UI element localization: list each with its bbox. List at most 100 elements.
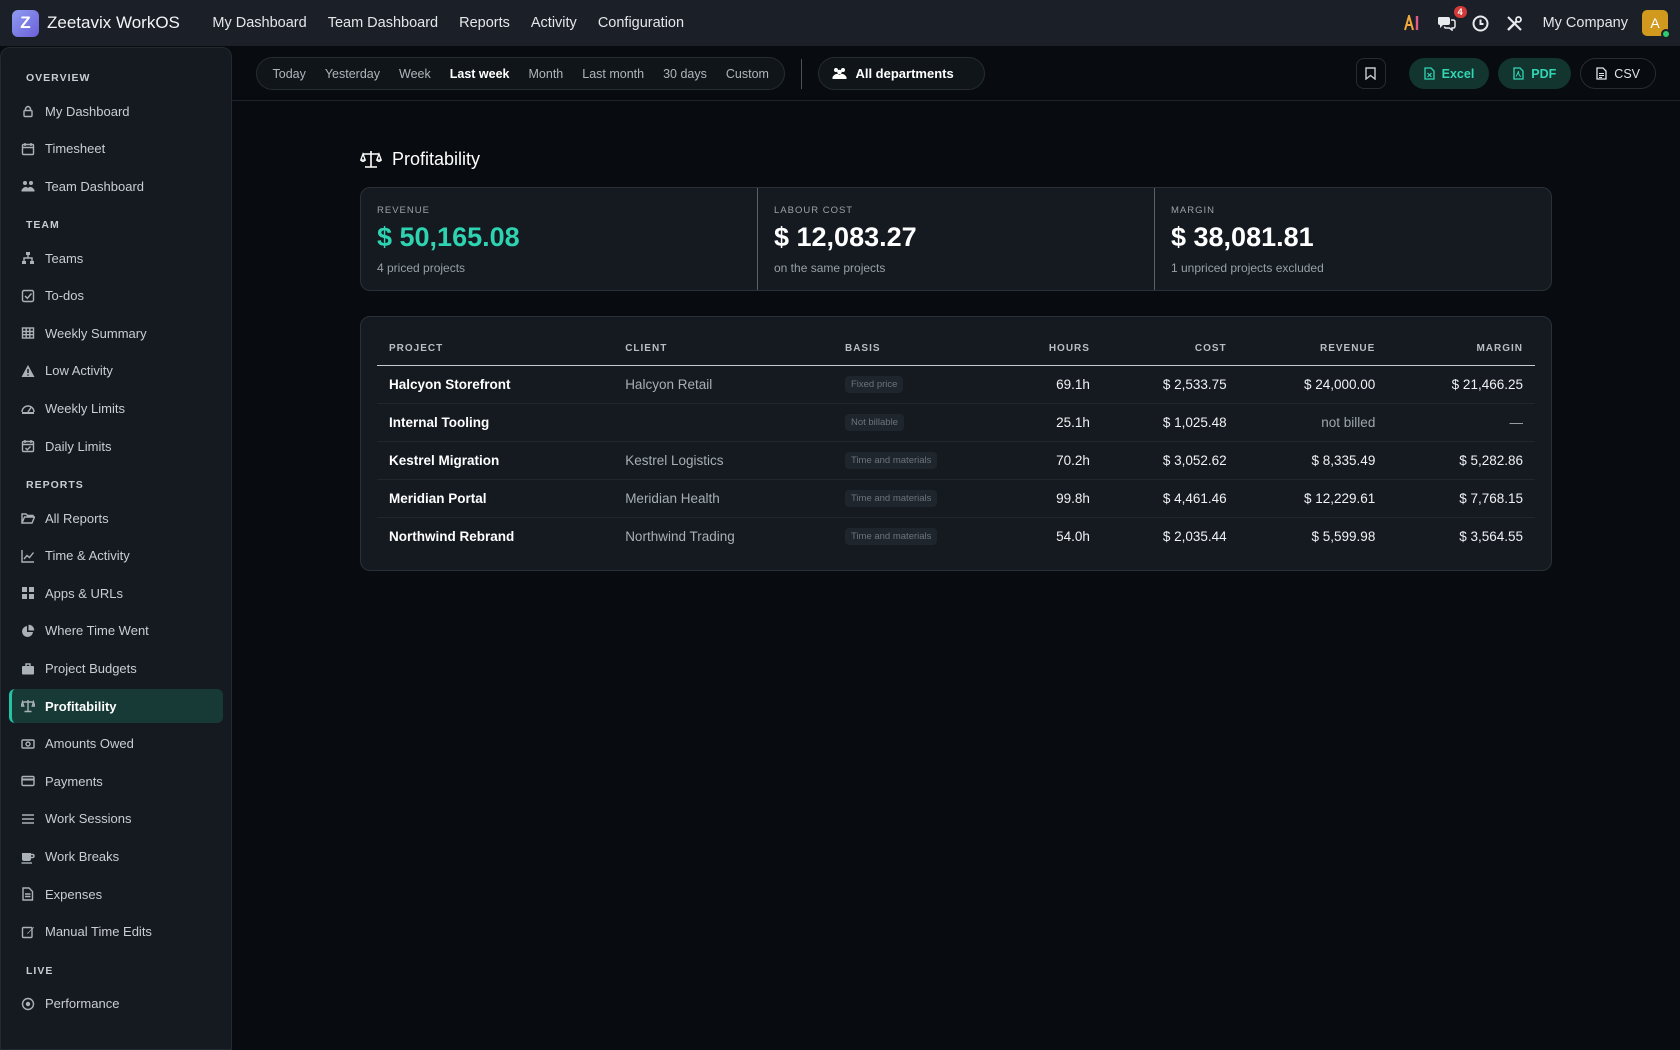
department-filter-label: All departments bbox=[855, 66, 954, 81]
stat-subtext: 1 unpriced projects excluded bbox=[1171, 261, 1324, 275]
range-today[interactable]: Today bbox=[263, 67, 315, 81]
scale-icon bbox=[21, 699, 35, 713]
export-excel-button[interactable]: Excel bbox=[1408, 58, 1490, 89]
table-row[interactable]: Kestrel Migration Kestrel Logistics Time… bbox=[377, 441, 1535, 480]
column-header-client[interactable]: CLIENT bbox=[613, 333, 833, 366]
range-30-days[interactable]: 30 days bbox=[654, 67, 717, 81]
top-nav-configuration[interactable]: Configuration bbox=[587, 15, 694, 31]
calendar-check-icon bbox=[21, 440, 35, 453]
sidebar-item-label: Teams bbox=[45, 250, 84, 266]
toolbar-divider bbox=[801, 58, 803, 89]
column-header-hours[interactable]: HOURS bbox=[999, 333, 1102, 366]
sidebar-item-weekly-summary[interactable]: Weekly Summary bbox=[9, 316, 223, 350]
export-pdf-button[interactable]: PDF bbox=[1498, 58, 1572, 89]
top-right-actions: 4 My Company A bbox=[1403, 6, 1671, 39]
csv-file-icon bbox=[1596, 67, 1607, 80]
cell-margin: $ 7,768.15 bbox=[1387, 479, 1535, 518]
sidebar-item-timesheet[interactable]: Timesheet bbox=[9, 132, 223, 166]
column-header-project[interactable]: PROJECT bbox=[377, 333, 614, 366]
range-month[interactable]: Month bbox=[519, 67, 573, 81]
column-header-cost[interactable]: COST bbox=[1101, 333, 1239, 366]
grid-icon bbox=[22, 587, 34, 600]
sidebar-item-payments[interactable]: Payments bbox=[9, 764, 223, 798]
sidebar: OVERVIEW My Dashboard Timesheet Team Das… bbox=[0, 47, 232, 1050]
cell-basis: Fixed price bbox=[832, 365, 1000, 404]
company-switcher[interactable]: My Company bbox=[1543, 15, 1628, 31]
report-toolbar: Today Yesterday Week Last week Month Last mon… bbox=[232, 47, 1680, 101]
briefcase-icon bbox=[22, 662, 34, 675]
cell-project: Kestrel Migration bbox=[377, 441, 614, 480]
sidebar-item-project-budgets[interactable]: Project Budgets bbox=[9, 652, 223, 686]
sidebar-item-label: Performance bbox=[45, 996, 120, 1012]
ai-icon[interactable] bbox=[1403, 13, 1423, 33]
sidebar-item-team-dashboard[interactable]: Team Dashboard bbox=[9, 169, 223, 203]
gauge-icon bbox=[21, 404, 35, 414]
summary-stats: REVENUE $ 50,165.08 4 priced projects LA… bbox=[360, 187, 1552, 291]
file-icon bbox=[22, 887, 34, 901]
table-row[interactable]: Halcyon Storefront Halcyon Retail Fixed … bbox=[377, 365, 1535, 404]
range-last-week[interactable]: Last week bbox=[440, 67, 519, 81]
sidebar-item-weekly-limits[interactable]: Weekly Limits bbox=[9, 392, 223, 426]
list-icon bbox=[22, 814, 34, 824]
column-header-basis[interactable]: BASIS bbox=[832, 333, 1000, 366]
check-square-icon bbox=[21, 289, 35, 302]
basis-pill: Time and materials bbox=[844, 452, 938, 469]
sidebar-item-work-sessions[interactable]: Work Sessions bbox=[9, 802, 223, 836]
sidebar-item-daily-limits[interactable]: Daily Limits bbox=[9, 429, 223, 463]
sidebar-item-expenses[interactable]: Expenses bbox=[9, 877, 223, 911]
sitemap-icon bbox=[22, 252, 34, 265]
cell-margin: — bbox=[1387, 403, 1535, 442]
target-icon bbox=[21, 997, 35, 1010]
column-header-margin[interactable]: MARGIN bbox=[1387, 333, 1535, 366]
sidebar-item-label: Team Dashboard bbox=[45, 178, 144, 194]
clock-icon[interactable] bbox=[1471, 13, 1491, 33]
tools-icon[interactable] bbox=[1505, 13, 1525, 33]
profitability-table: PROJECT CLIENT BASIS HOURS COST REVENUE MARGIN… bbox=[377, 333, 1535, 555]
table-row[interactable]: Meridian Portal Meridian Health Time and… bbox=[377, 479, 1535, 518]
top-nav-activity[interactable]: Activity bbox=[520, 15, 587, 31]
sidebar-item-manual-time-edits[interactable]: Manual Time Edits bbox=[9, 915, 223, 949]
range-yesterday[interactable]: Yesterday bbox=[315, 67, 389, 81]
cell-revenue: not billed bbox=[1238, 403, 1388, 442]
sidebar-item-my-dashboard[interactable]: My Dashboard bbox=[9, 94, 223, 128]
sidebar-item-low-activity[interactable]: Low Activity bbox=[9, 354, 223, 388]
sidebar-item-label: Where Time Went bbox=[45, 623, 149, 639]
sidebar-item-label: Weekly Limits bbox=[45, 401, 125, 417]
top-nav-team-dashboard[interactable]: Team Dashboard bbox=[317, 15, 448, 31]
cell-hours: 54.0h bbox=[1056, 528, 1090, 544]
cell-revenue: $ 24,000.00 bbox=[1238, 365, 1388, 404]
range-last-month[interactable]: Last month bbox=[573, 67, 654, 81]
range-custom[interactable]: Custom bbox=[716, 67, 778, 81]
sidebar-item-all-reports[interactable]: All Reports bbox=[9, 501, 223, 535]
avatar[interactable]: A bbox=[1642, 10, 1671, 39]
department-filter[interactable]: All departments bbox=[818, 57, 985, 90]
top-nav-my-dashboard[interactable]: My Dashboard bbox=[202, 15, 317, 31]
scale-icon bbox=[360, 151, 382, 168]
sidebar-item-performance[interactable]: Performance bbox=[9, 987, 223, 1021]
column-header-revenue[interactable]: REVENUE bbox=[1238, 333, 1388, 366]
top-nav-reports[interactable]: Reports bbox=[449, 15, 521, 31]
export-excel-label: Excel bbox=[1441, 66, 1475, 81]
brand[interactable]: Z Zeetavix WorkOS bbox=[12, 9, 180, 37]
cell-margin: $ 5,282.86 bbox=[1387, 441, 1535, 480]
sidebar-item-teams[interactable]: Teams bbox=[9, 241, 223, 275]
table-row[interactable]: Northwind Rebrand Northwind Trading Time… bbox=[377, 517, 1535, 555]
cell-client: Meridian Health bbox=[613, 479, 833, 518]
sidebar-item-to-dos[interactable]: To-dos bbox=[9, 279, 223, 313]
sidebar-item-amounts-owed[interactable]: Amounts Owed bbox=[9, 727, 223, 761]
sidebar-item-time-activity[interactable]: Time & Activity bbox=[9, 539, 223, 573]
cell-basis: Time and materials bbox=[832, 441, 1000, 480]
export-csv-button[interactable]: CSV bbox=[1580, 58, 1656, 89]
chat-icon[interactable]: 4 bbox=[1437, 6, 1467, 33]
sidebar-item-where-time-went[interactable]: Where Time Went bbox=[9, 614, 223, 648]
range-week[interactable]: Week bbox=[390, 67, 441, 81]
bookmark-button[interactable] bbox=[1355, 58, 1386, 89]
table-row[interactable]: Internal Tooling Not billable 25.1h $ 1,… bbox=[377, 403, 1535, 442]
sidebar-item-label: Apps & URLs bbox=[45, 585, 124, 601]
top-nav: My Dashboard Team Dashboard Reports Acti… bbox=[202, 15, 695, 31]
sidebar-item-profitability[interactable]: Profitability bbox=[9, 689, 223, 724]
sidebar-section-team: TEAM bbox=[26, 219, 60, 232]
sidebar-item-work-breaks[interactable]: Work Breaks bbox=[9, 840, 223, 874]
sidebar-item-apps-urls[interactable]: Apps & URLs bbox=[9, 576, 223, 610]
export-pdf-label: PDF bbox=[1531, 66, 1557, 81]
